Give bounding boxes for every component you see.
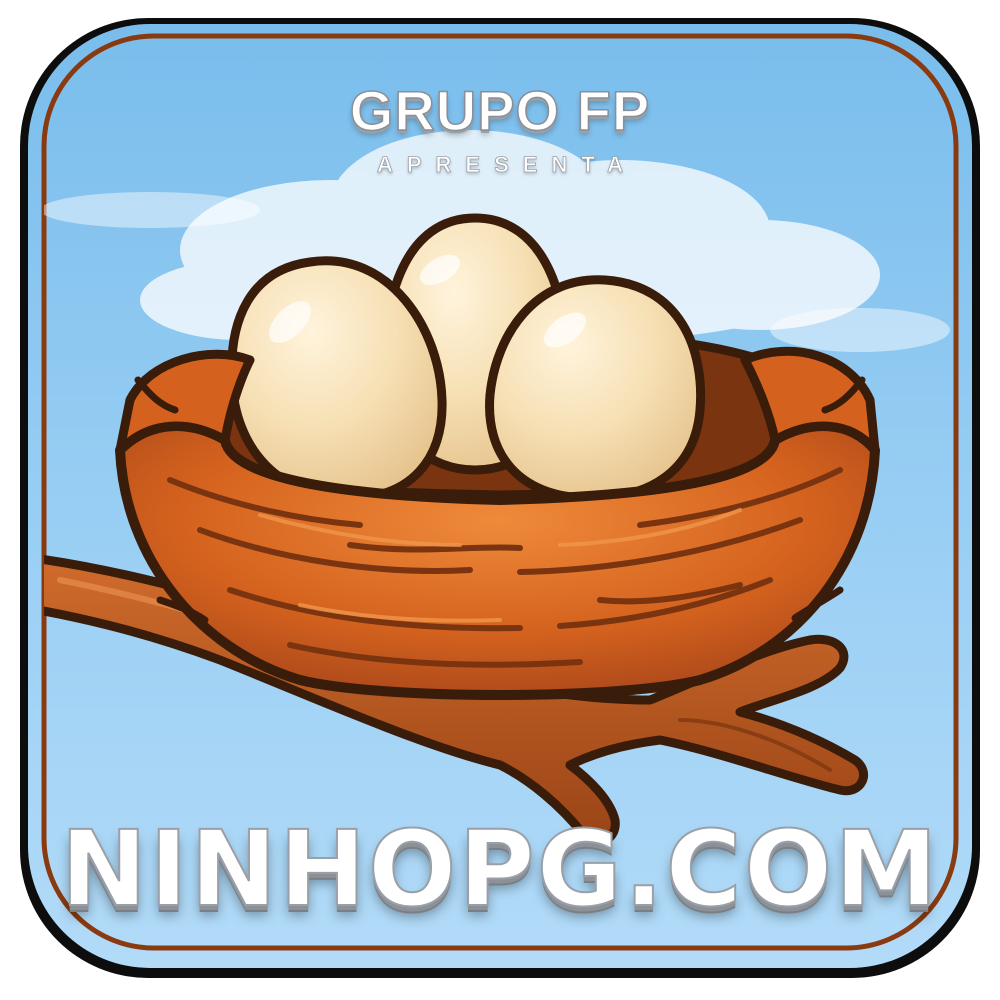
brand-subtitle: APRESENTA — [376, 152, 638, 178]
site-domain: NINHOPG.COM — [59, 807, 940, 931]
app-icon: GRUPO FP APRESENTA NINHOPG.COM — [0, 0, 1000, 1000]
brand-title: GRUPO FP — [349, 78, 651, 143]
egg-icon-right — [485, 275, 706, 503]
